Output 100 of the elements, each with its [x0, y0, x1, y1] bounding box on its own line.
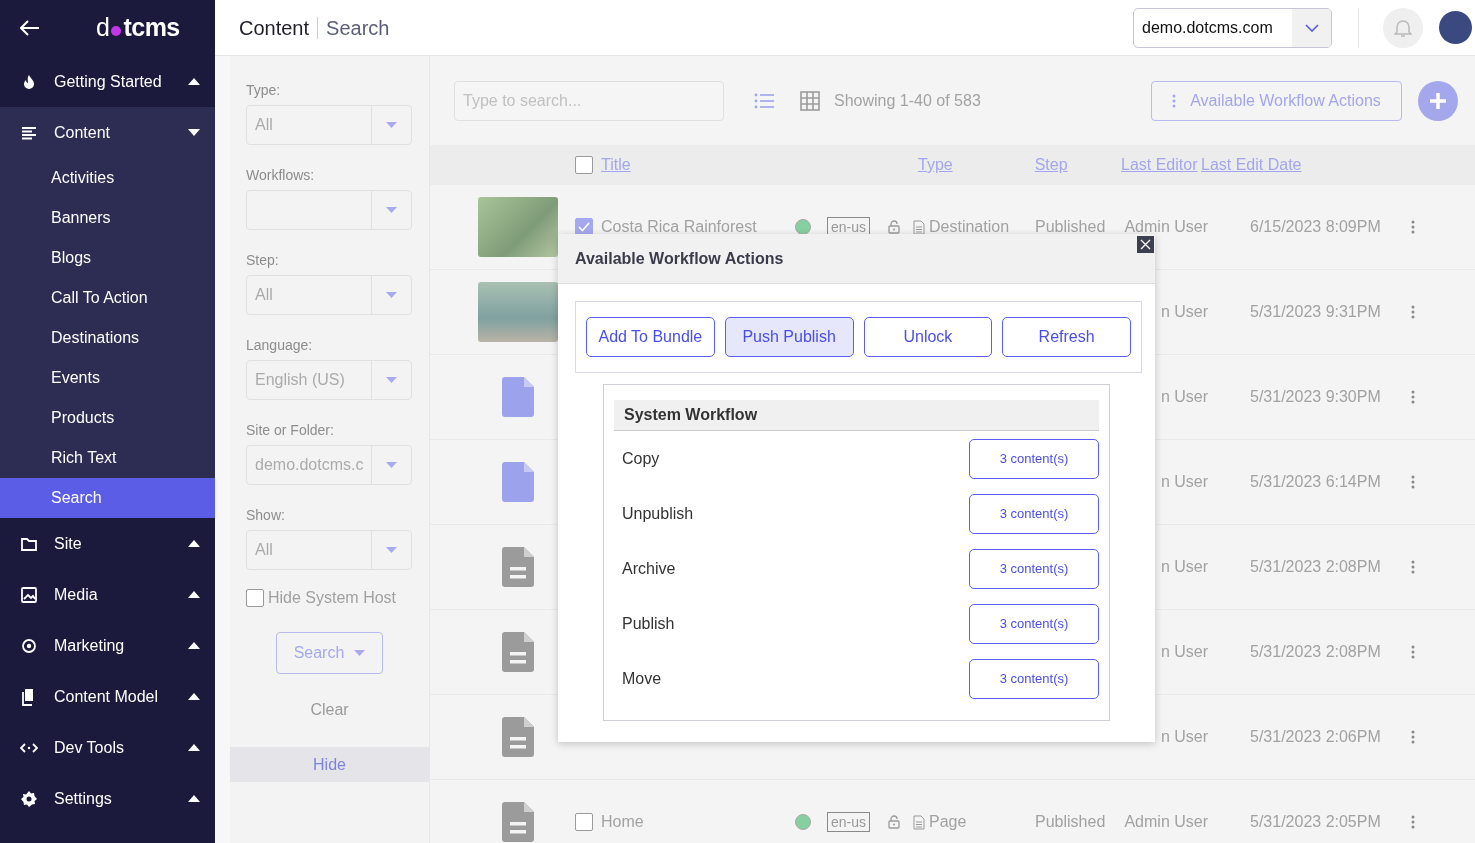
- more-options-icon[interactable]: [1411, 390, 1415, 404]
- last-editor: n User: [1160, 303, 1208, 320]
- grid-view-icon[interactable]: [800, 90, 820, 111]
- last-edit-date: 5/31/2023 9:31PM: [1250, 302, 1382, 322]
- document-icon: [501, 547, 534, 587]
- site-selector[interactable]: demo.dotcms.com: [1133, 7, 1332, 48]
- last-editor: Admin User: [1124, 813, 1208, 830]
- status-dot: [795, 219, 811, 235]
- more-options-icon[interactable]: [1411, 815, 1415, 829]
- document-icon: [501, 632, 534, 672]
- sidebar-subitem[interactable]: Blogs: [0, 238, 215, 278]
- plus-icon: [1429, 91, 1447, 110]
- kebab-icon: [1172, 93, 1177, 108]
- notifications-bell-icon[interactable]: [1383, 7, 1423, 48]
- logo: d tcms: [96, 12, 180, 44]
- sidebar-item[interactable]: Dev Tools: [0, 722, 215, 773]
- caret-icon: [354, 650, 366, 656]
- sidebar-item[interactable]: Getting Started: [0, 56, 215, 107]
- field-label: Language:: [245, 336, 314, 355]
- caret-icon: [188, 693, 200, 700]
- caret-icon: [188, 744, 200, 751]
- checkbox[interactable]: [575, 813, 593, 831]
- more-options-icon[interactable]: [1411, 645, 1415, 659]
- document-type-icon: [913, 219, 925, 235]
- more-options-icon[interactable]: [1411, 730, 1415, 744]
- chevron-down-icon: [1304, 23, 1319, 32]
- sidebar-item[interactable]: Content: [0, 107, 215, 158]
- sidebar-item[interactable]: Marketing: [0, 620, 215, 671]
- workflow-action-label: Copy: [622, 448, 660, 469]
- last-edit-date: 5/31/2023 6:14PM: [1250, 472, 1382, 492]
- sidebar-subitem[interactable]: Search: [0, 478, 215, 518]
- workflow-action-label: Move: [622, 668, 662, 689]
- back-arrow-icon[interactable]: [20, 20, 40, 36]
- sidebar-item[interactable]: Settings: [0, 773, 215, 824]
- sidebar-subitem[interactable]: Call To Action: [0, 278, 215, 318]
- sidebar-item[interactable]: Content Model: [0, 671, 215, 722]
- document-type-icon: [913, 814, 925, 830]
- last-editor: n User: [1160, 643, 1208, 660]
- caret-icon: [386, 207, 397, 213]
- file-icon: [501, 462, 534, 502]
- breadcrumb-page: Search: [326, 15, 390, 41]
- caret-icon: [188, 78, 200, 85]
- run-action-button[interactable]: 3 content(s): [969, 493, 1099, 534]
- more-options-icon[interactable]: [1411, 305, 1415, 319]
- sidebar-subitem[interactable]: Rich Text: [0, 438, 215, 478]
- more-options-icon[interactable]: [1411, 560, 1415, 574]
- workflow-step: Published: [1035, 810, 1121, 834]
- menu-section-icon: [20, 585, 38, 604]
- add-button[interactable]: [1418, 80, 1458, 121]
- last-editor: n User: [1160, 473, 1208, 490]
- dialog-title: Available Workflow Actions: [575, 248, 784, 269]
- lock-icon: [888, 220, 900, 234]
- run-action-button[interactable]: 3 content(s): [969, 438, 1099, 479]
- document-icon: [501, 717, 534, 757]
- action-button[interactable]: Add To Bundle: [586, 317, 715, 357]
- action-button[interactable]: Refresh: [1002, 317, 1131, 357]
- sidebar-subitem[interactable]: Activities: [0, 158, 215, 198]
- last-edit-date: 5/31/2023 2:05PM: [1250, 812, 1382, 832]
- action-button[interactable]: Push Publish: [724, 317, 854, 357]
- last-edit-date: 5/31/2023 2:08PM: [1250, 642, 1382, 662]
- field-label: Type:: [245, 81, 282, 100]
- sidebar-item[interactable]: Media: [0, 569, 215, 620]
- last-edit-date: 5/31/2023 2:08PM: [1250, 557, 1382, 577]
- last-editor: Admin User: [1124, 218, 1208, 235]
- last-editor: n User: [1160, 558, 1208, 575]
- content-type: Destination: [929, 217, 1010, 237]
- close-icon[interactable]: [1137, 236, 1154, 253]
- checkbox-label: Hide System Host: [268, 588, 397, 608]
- sidebar-subitem[interactable]: Destinations: [0, 318, 215, 358]
- caret-icon: [386, 377, 397, 383]
- checkbox[interactable]: [246, 589, 264, 607]
- run-action-button[interactable]: 3 content(s): [969, 548, 1099, 589]
- content-type: Page: [929, 812, 967, 832]
- field-label: Workflows:: [245, 166, 316, 185]
- caret-icon: [188, 591, 200, 598]
- language-tag: en-us: [827, 812, 871, 832]
- avatar[interactable]: [1439, 11, 1472, 44]
- sidebar-item[interactable]: Site: [0, 518, 215, 569]
- field-label: Site or Folder:: [245, 421, 335, 440]
- more-options-icon[interactable]: [1411, 220, 1415, 234]
- more-options-icon[interactable]: [1411, 475, 1415, 489]
- workflow-step: Published: [1035, 215, 1121, 239]
- run-action-button[interactable]: 3 content(s): [969, 658, 1099, 699]
- caret-icon: [188, 642, 200, 649]
- workflow-action-label: Archive: [622, 558, 676, 579]
- last-edit-date: 5/31/2023 9:30PM: [1250, 387, 1382, 407]
- last-editor: n User: [1160, 728, 1208, 745]
- sidebar-subitem[interactable]: Products: [0, 398, 215, 438]
- checkbox[interactable]: [575, 156, 593, 174]
- last-edit-date: 5/31/2023 2:06PM: [1250, 727, 1382, 747]
- menu-section-icon: [20, 789, 38, 808]
- run-action-button[interactable]: 3 content(s): [969, 603, 1099, 644]
- menu-section-icon: [20, 636, 38, 655]
- list-view-icon[interactable]: [754, 92, 774, 109]
- lock-icon: [888, 815, 900, 829]
- sidebar-subitem[interactable]: Banners: [0, 198, 215, 238]
- breadcrumb-section[interactable]: Content: [239, 12, 310, 43]
- sidebar-subitem[interactable]: Events: [0, 358, 215, 398]
- workflow-action-label: Publish: [622, 613, 675, 634]
- action-button[interactable]: Unlock: [863, 317, 993, 357]
